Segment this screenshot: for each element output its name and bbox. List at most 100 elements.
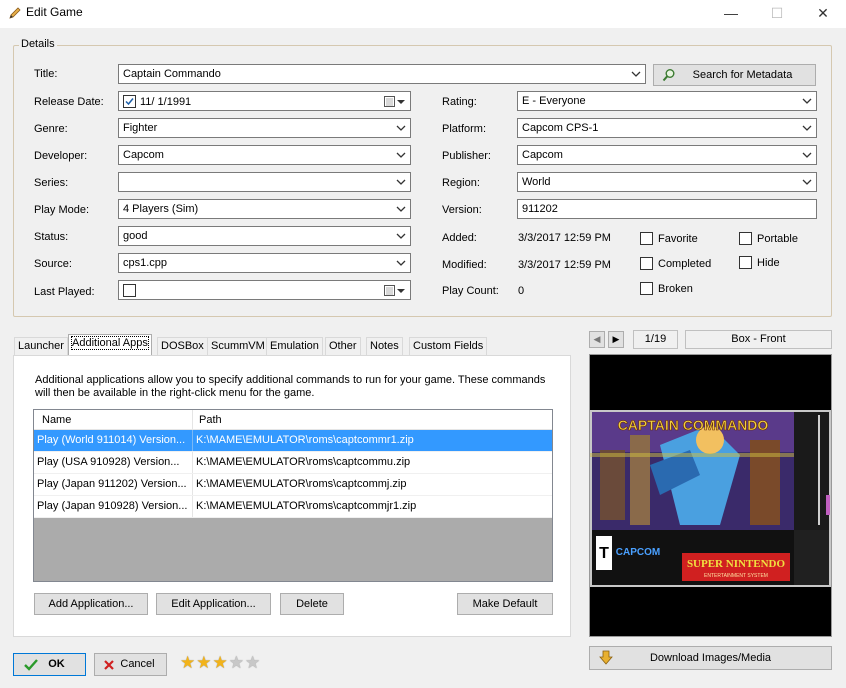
app-name: Play (Japan 910928) Version... [37,500,188,512]
chevron-down-icon [396,152,406,158]
publisher-combo[interactable]: Capcom [517,145,817,165]
app-row[interactable]: Play (Japan 911202) Version... K:\MAME\E… [34,474,552,496]
calendar-dropdown-icon[interactable] [384,96,406,107]
star-filled-icon[interactable]: ★ [213,653,228,673]
tab-dosbox[interactable]: DOSBox [157,337,208,355]
ok-button[interactable]: OK [13,653,86,676]
next-image-button[interactable]: ▶ [608,331,624,348]
release-date-picker[interactable]: 11/ 1/1991 [118,91,411,111]
tab-launcher[interactable]: Launcher [14,337,68,355]
last-played-checkbox[interactable] [123,284,136,297]
broken-label[interactable]: Broken [658,283,693,295]
cancel-x-icon [104,660,114,670]
chevron-down-icon [396,260,406,266]
cover-title: CAPTAIN COMMANDO [618,417,769,433]
rating-combo[interactable]: E - Everyone [517,91,817,111]
prev-image-button[interactable]: ◀ [589,331,605,348]
platform-combo[interactable]: Capcom CPS-1 [517,118,817,138]
star-rating[interactable]: ★★★★★ [180,653,261,673]
image-preview[interactable]: T CAPCOM SUPER NINTENDO ENTERTAINMENT SY… [589,354,832,637]
edit-application-button[interactable]: Edit Application... [156,593,271,615]
status-combo[interactable]: good [118,226,411,246]
hide-label[interactable]: Hide [757,257,780,269]
platform-value: Capcom CPS-1 [522,122,599,134]
app-name: Play (Japan 911202) Version... [37,478,187,490]
source-value: cps1.cpp [123,257,168,269]
added-value: 3/3/2017 12:59 PM [518,232,611,244]
portable-label[interactable]: Portable [757,233,798,245]
image-type-label: Box - Front [685,330,832,349]
app-path: K:\MAME\EMULATOR\roms\captcommj.zip [196,478,407,490]
maximize-button[interactable]: ☐ [754,0,800,28]
rating-value: E - Everyone [522,95,586,107]
series-label: Series: [34,177,69,189]
genre-value: Fighter [123,122,158,134]
portable-checkbox[interactable] [739,232,752,245]
publisher-label: Publisher: [442,150,491,162]
tab-other[interactable]: Other [325,337,361,355]
window-title: Edit Game [26,5,83,19]
status-label: Status: [34,231,69,243]
delete-application-button[interactable]: Delete [280,593,344,615]
last-played-picker[interactable] [118,280,411,300]
release-date-value: 11/ 1/1991 [140,96,192,108]
version-label: Version: [442,204,482,216]
cancel-button[interactable]: Cancel [94,653,167,676]
play-count-value: 0 [518,285,525,297]
app-row[interactable]: Play (USA 910928) Version... K:\MAME\EMU… [34,452,552,474]
tab-scummvm[interactable]: ScummVM [207,337,269,355]
search-metadata-button[interactable]: Search for Metadata [653,64,816,86]
release-date-label: Release Date: [34,96,104,108]
app-path: K:\MAME\EMULATOR\roms\captcommr1.zip [196,434,414,446]
add-application-button[interactable]: Add Application... [34,593,148,615]
title-combo[interactable]: Captain Commando [118,64,646,84]
source-combo[interactable]: cps1.cpp [118,253,411,273]
app-path: K:\MAME\EMULATOR\roms\captcommu.zip [196,456,411,468]
make-default-button[interactable]: Make Default [457,593,553,615]
completed-checkbox[interactable] [640,257,653,270]
search-icon [662,69,675,82]
star-filled-icon[interactable]: ★ [196,653,211,673]
details-legend: Details [19,38,57,50]
apps-list[interactable]: Name Path Play (World 911014) Version...… [33,409,553,582]
download-media-button[interactable]: Download Images/Media [589,646,832,670]
play-mode-combo[interactable]: 4 Players (Sim) [118,199,411,219]
column-divider [192,430,193,451]
hide-checkbox[interactable] [739,256,752,269]
tab-custom-fields[interactable]: Custom Fields [409,337,488,355]
modified-value: 3/3/2017 12:59 PM [518,259,611,271]
column-header-path[interactable]: Path [199,414,222,426]
app-name: Play (USA 910928) Version... [37,456,180,468]
developer-label: Developer: [34,150,88,162]
tab-notes[interactable]: Notes [366,337,403,355]
series-combo[interactable] [118,172,411,192]
close-button[interactable]: ✕ [800,0,846,28]
tab-emulation[interactable]: Emulation [266,337,323,355]
favorite-label[interactable]: Favorite [658,233,698,245]
region-value: World [522,176,551,188]
tab-additional-apps[interactable]: Additional Apps [68,334,152,356]
app-row[interactable]: Play (World 911014) Version... K:\MAME\E… [34,430,552,452]
chevron-down-icon [802,98,812,104]
developer-combo[interactable]: Capcom [118,145,411,165]
minimize-button[interactable]: — [708,0,754,28]
star-empty-icon[interactable]: ★ [229,653,244,673]
genre-combo[interactable]: Fighter [118,118,411,138]
apps-description: Additional applications allow you to spe… [35,374,546,399]
box-art-image: T CAPCOM SUPER NINTENDO ENTERTAINMENT SY… [590,355,831,636]
chevron-down-icon [802,179,812,185]
star-filled-icon[interactable]: ★ [180,653,195,673]
completed-label[interactable]: Completed [658,258,711,270]
release-date-checkbox[interactable] [123,95,136,108]
genre-label: Genre: [34,123,68,135]
star-empty-icon[interactable]: ★ [245,653,260,673]
favorite-checkbox[interactable] [640,232,653,245]
app-row[interactable]: Play (Japan 910928) Version... K:\MAME\E… [34,496,552,518]
region-combo[interactable]: World [517,172,817,192]
region-label: Region: [442,177,480,189]
chevron-down-icon [802,152,812,158]
version-input[interactable]: 911202 [517,199,817,219]
broken-checkbox[interactable] [640,282,653,295]
calendar-dropdown-icon[interactable] [384,285,406,296]
column-header-name[interactable]: Name [42,414,71,426]
